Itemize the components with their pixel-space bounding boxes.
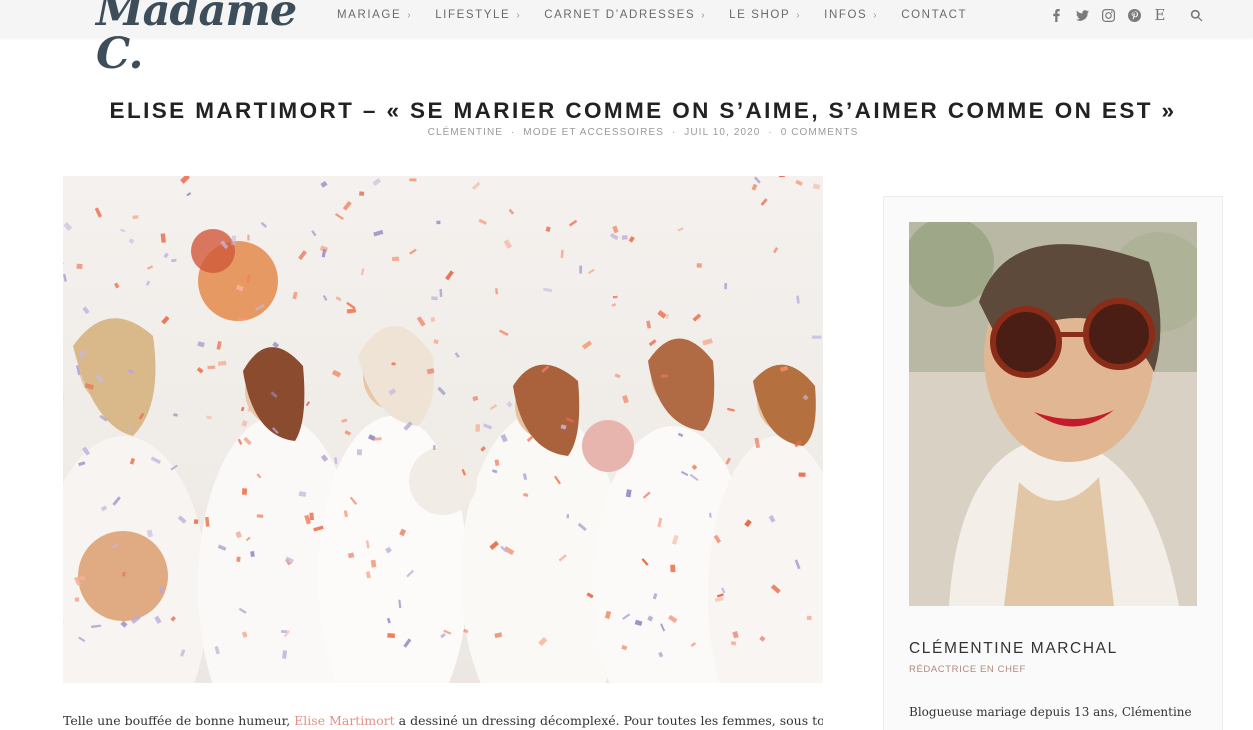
confetti-piece — [193, 519, 199, 525]
pinterest-icon[interactable] — [1127, 8, 1141, 22]
confetti-piece — [724, 283, 728, 290]
social-links: E — [1049, 0, 1203, 30]
confetti-piece — [387, 632, 396, 639]
post-title: ELISE MARTIMORT – « SE MARIER COMME ON S… — [109, 98, 1177, 123]
confetti-piece — [74, 597, 80, 602]
designer-link[interactable]: Elise Martimort — [294, 713, 395, 728]
confetti-piece — [236, 556, 241, 562]
post-author-link[interactable]: CLÉMENTINE — [428, 127, 503, 138]
confetti-piece — [359, 191, 365, 196]
confetti-piece — [356, 449, 363, 456]
post-date: JUIL 10, 2020 — [684, 127, 761, 138]
author-name: CLÉMENTINE MARCHAL — [909, 640, 1118, 657]
confetti-piece — [806, 615, 812, 621]
confetti-piece — [660, 374, 668, 378]
chevron-right-icon: › — [873, 9, 879, 21]
instagram-icon[interactable] — [1101, 8, 1115, 22]
confetti-piece — [281, 630, 287, 634]
nav-item-infos[interactable]: INFOS › — [824, 9, 878, 21]
confetti-piece — [391, 362, 396, 366]
confetti-piece — [566, 514, 569, 519]
brides-confetti-photo — [63, 176, 823, 683]
confetti-piece — [670, 564, 676, 573]
confetti-piece — [160, 233, 166, 243]
confetti-piece — [238, 318, 247, 321]
confetti-piece — [475, 424, 481, 432]
confetti-piece — [798, 472, 806, 477]
author-role: RÉDACTRICE EN CHEF — [909, 664, 1026, 675]
facebook-icon[interactable] — [1049, 8, 1063, 22]
post-intro: Telle une bouffée de bonne humeur, Elise… — [63, 713, 823, 728]
nav-item-mariage[interactable]: MARIAGE › — [337, 9, 412, 21]
nav-item-lifestyle[interactable]: LIFESTYLE › — [435, 9, 521, 21]
author-bio: Blogueuse mariage depuis 13 ans, Clément… — [909, 705, 1192, 719]
confetti-piece — [436, 220, 441, 225]
chevron-right-icon: › — [407, 9, 413, 21]
confetti-piece — [431, 296, 438, 301]
confetti-piece — [128, 369, 134, 374]
confetti-piece — [309, 512, 315, 521]
confetti-piece — [282, 650, 288, 659]
confetti-piece — [250, 551, 255, 558]
confetti-piece — [76, 263, 83, 270]
etsy-icon[interactable]: E — [1153, 6, 1167, 24]
confetti-piece — [811, 335, 822, 339]
main-nav: MARIAGE › LIFESTYLE › CARNET D’ADRESSES › L… — [337, 0, 990, 30]
meta-separator: · — [510, 127, 516, 138]
author-portrait-image — [909, 222, 1197, 606]
chevron-right-icon: › — [701, 9, 707, 21]
confetti-piece — [247, 234, 250, 241]
post-meta: CLÉMENTINE · MODE ET ACCESSOIRES · JUIL … — [0, 127, 1253, 138]
confetti-piece — [696, 263, 702, 268]
confetti-piece — [392, 256, 400, 262]
confetti-piece — [579, 265, 583, 274]
confetti-piece — [409, 178, 417, 182]
chevron-right-icon: › — [516, 9, 522, 21]
confetti-piece — [241, 488, 248, 495]
post-category-link[interactable]: MODE ET ACCESSOIRES — [523, 127, 664, 138]
author-widget: CLÉMENTINE MARCHAL RÉDACTRICE EN CHEF Bl… — [883, 196, 1223, 730]
site-logo[interactable]: Madame C. — [96, 0, 297, 76]
logo-text: Madame C. — [96, 0, 297, 79]
author-photo — [909, 222, 1197, 606]
post-featured-image — [63, 176, 823, 683]
nav-item-carnet[interactable]: CARNET D’ADRESSES › — [544, 9, 706, 21]
confetti-piece — [612, 295, 618, 299]
confetti-piece — [432, 445, 436, 450]
post-comments-link[interactable]: 0 COMMENTS — [781, 127, 859, 138]
nav-item-contact[interactable]: CONTACT — [901, 9, 967, 21]
meta-separator: · — [768, 127, 773, 138]
confetti-piece — [439, 288, 443, 297]
confetti-piece — [207, 365, 216, 370]
nav-item-shop[interactable]: LE SHOP › — [729, 9, 801, 21]
search-icon[interactable] — [1189, 8, 1203, 22]
chevron-right-icon: › — [796, 9, 802, 21]
twitter-icon[interactable] — [1075, 8, 1089, 22]
confetti-piece — [621, 234, 628, 240]
meta-separator: · — [671, 127, 677, 138]
confetti-piece — [256, 514, 264, 518]
